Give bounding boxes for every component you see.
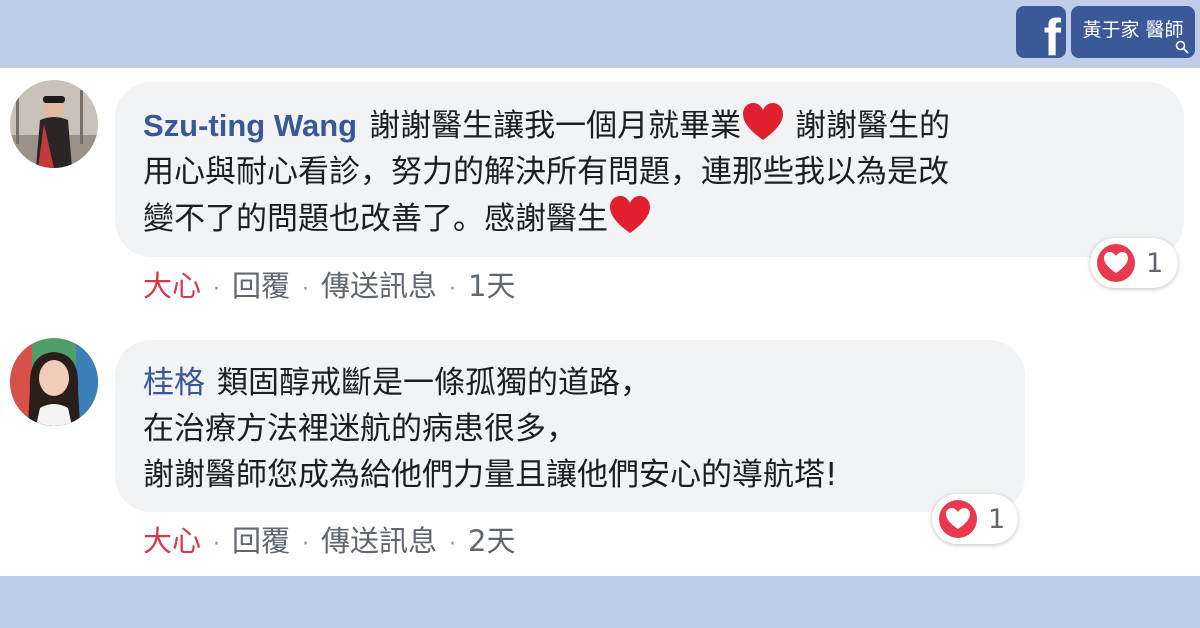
comment-text: 謝謝醫師您成為給他們力量且讓他們安心的導航塔! <box>143 457 838 493</box>
facebook-logo: f <box>1016 6 1066 58</box>
bottom-banner <box>0 576 1200 628</box>
separator-dot: · <box>213 277 221 302</box>
reaction-count[interactable]: 1 <box>1090 238 1178 288</box>
reaction-count-value: 1 <box>988 503 1006 535</box>
send-message-button[interactable]: 傳送訊息 <box>321 269 437 303</box>
love-button[interactable]: 大心 <box>143 269 201 303</box>
comment-text: 變不了的問題也改善了。感謝醫生 <box>143 201 608 237</box>
avatar-photo <box>10 338 98 426</box>
separator-dot: · <box>449 532 457 557</box>
heart-emoji-icon <box>743 103 784 140</box>
comment-bubble: 桂格 類固醇戒斷是一條孤獨的道路， 在治療方法裡迷航的病患很多， 謝謝醫師您成為給… <box>115 340 1025 512</box>
facebook-logo-letter: f <box>1043 9 1061 58</box>
reaction-count[interactable]: 1 <box>932 494 1018 544</box>
timestamp[interactable]: 2天 <box>468 524 515 558</box>
timestamp[interactable]: 1天 <box>468 269 515 303</box>
reply-button[interactable]: 回覆 <box>232 524 290 558</box>
comment-text: 類固醇戒斷是一條孤獨的道路， <box>217 365 651 401</box>
reply-button[interactable]: 回覆 <box>232 269 290 303</box>
avatar-photo <box>10 80 98 168</box>
comment-actions: 大心 · 回覆 · 傳送訊息 · 2天 <box>143 521 516 565</box>
comment-text: 謝謝醫生的 <box>785 108 950 144</box>
avatar[interactable] <box>10 80 98 168</box>
comment-text: 在治療方法裡迷航的病患很多， <box>143 411 577 447</box>
reaction-count-value: 1 <box>1146 247 1164 279</box>
doctor-name-badge[interactable]: 黃于家 醫師 <box>1071 6 1195 58</box>
separator-dot: · <box>213 532 221 557</box>
comment-bubble: Szu-ting Wang 謝謝醫生讓我一個月就畢業 謝謝醫生的 用心與耐心看診，… <box>115 82 1184 257</box>
love-reaction-icon <box>939 500 977 538</box>
heart-emoji-icon <box>610 196 650 233</box>
love-button[interactable]: 大心 <box>143 524 201 558</box>
comment-author[interactable]: 桂格 <box>143 365 205 401</box>
comment-text: 謝謝醫生讓我一個月就畢業 <box>369 108 742 144</box>
avatar[interactable] <box>10 338 98 426</box>
send-message-button[interactable]: 傳送訊息 <box>321 524 437 558</box>
separator-dot: · <box>449 277 457 302</box>
search-icon <box>1175 40 1189 54</box>
doctor-name: 黃于家 醫師 <box>1082 19 1184 41</box>
comment-text: 用心與耐心看診，努力的解決所有問題，連那些我以為是改 <box>143 154 949 190</box>
love-reaction-icon <box>1097 244 1135 282</box>
separator-dot: · <box>302 277 310 302</box>
separator-dot: · <box>302 532 310 557</box>
comment-author[interactable]: Szu-ting Wang <box>143 108 357 143</box>
comment-actions: 大心 · 回覆 · 傳送訊息 · 1天 <box>143 266 516 310</box>
